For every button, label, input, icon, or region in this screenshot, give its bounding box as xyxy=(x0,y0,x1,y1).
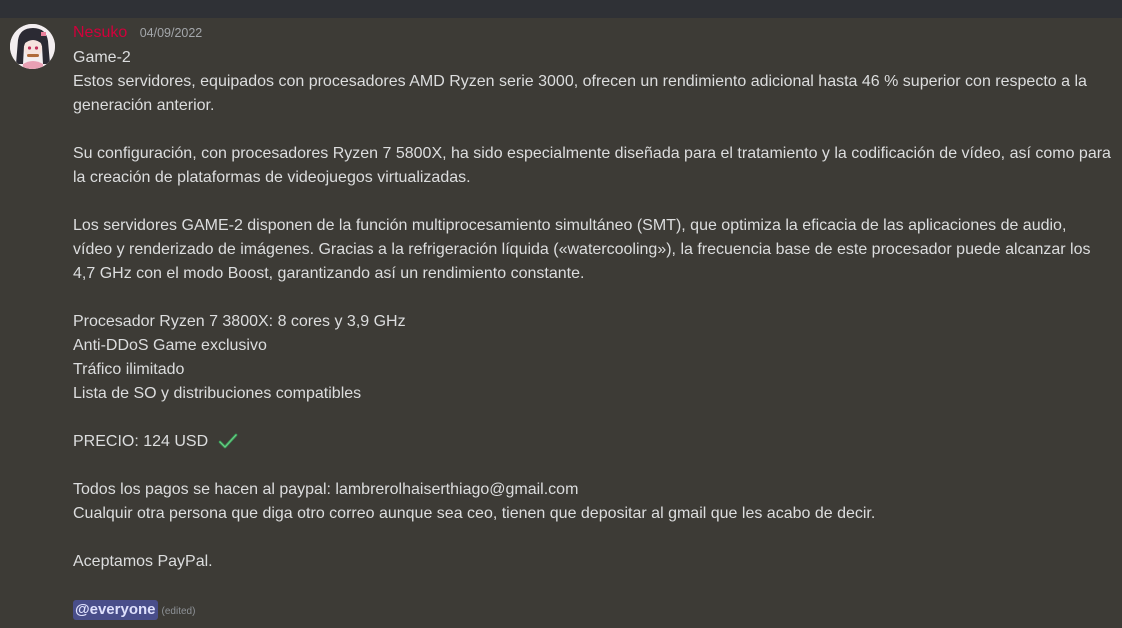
message-header: Nesuko 04/09/2022 xyxy=(73,23,202,45)
message-line: 4,7 GHz con el modo Boost, garantizando … xyxy=(73,265,585,282)
message-line: Lista de SO y distribuciones compatibles xyxy=(73,385,362,402)
message-line: Estos servidores, equipados con procesad… xyxy=(73,73,1087,90)
top-bar xyxy=(0,0,1122,18)
message-line: la creación de plataformas de videojuego… xyxy=(73,169,471,186)
message-line: generación anterior. xyxy=(73,97,215,114)
message-line: Los servidores GAME-2 disponen de la fun… xyxy=(73,217,1067,234)
message-line: vídeo y renderizado de imágenes. Gracias… xyxy=(73,241,1091,258)
timestamp: 04/09/2022 xyxy=(139,26,203,40)
check-mark-icon xyxy=(218,432,238,458)
everyone-mention[interactable]: @everyone xyxy=(73,600,158,620)
message-line: Tráfico ilimitado xyxy=(73,361,185,378)
message-content: Game-2 Estos servidores, equipados con p… xyxy=(73,46,1122,622)
message-line: Procesador Ryzen 7 3800X: 8 cores y 3,9 … xyxy=(73,313,406,330)
message-line: Cualquir otra persona que diga otro corr… xyxy=(73,505,876,522)
avatar-image xyxy=(10,24,55,69)
price-line: PRECIO: 124 USD xyxy=(73,430,1122,454)
username[interactable]: Nesuko xyxy=(73,24,127,41)
chat-message: Nesuko 04/09/2022 Game-2 Estos servidore… xyxy=(0,18,1122,628)
avatar[interactable] xyxy=(10,24,55,69)
message-line: Su configuración, con procesadores Ryzen… xyxy=(73,145,1111,162)
mention-line: @everyone (edited) xyxy=(73,598,1122,622)
message-line: Anti-DDoS Game exclusivo xyxy=(73,337,267,354)
message-line: Game-2 xyxy=(73,49,131,66)
price-text: PRECIO: 124 USD xyxy=(73,433,209,450)
message-line: Todos los pagos se hacen al paypal: lamb… xyxy=(73,481,579,498)
message-line: Aceptamos PayPal. xyxy=(73,553,213,570)
edited-label: (edited) xyxy=(161,606,196,617)
